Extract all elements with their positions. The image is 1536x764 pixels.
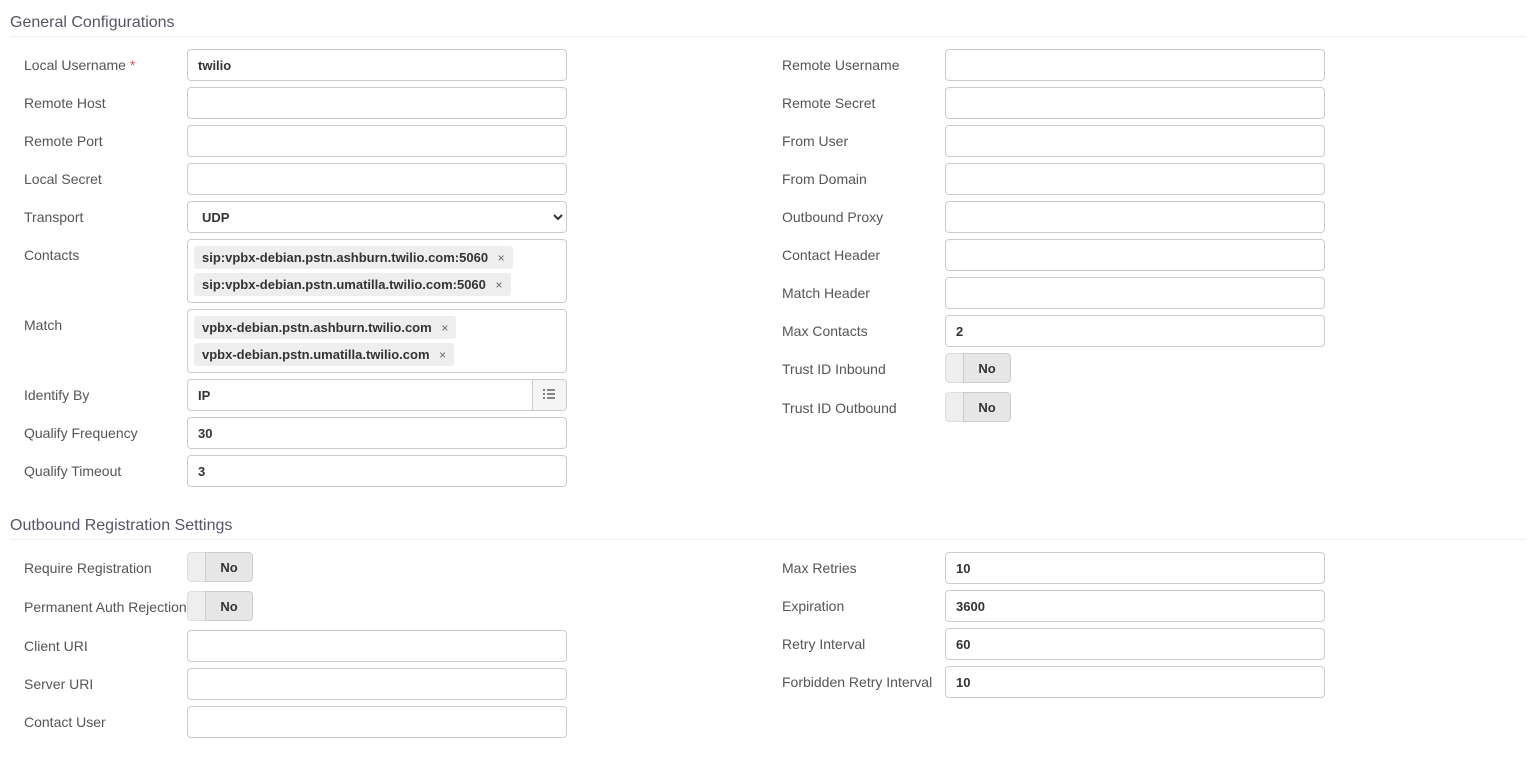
- label-match: Match: [10, 309, 187, 333]
- server-uri-input[interactable]: [187, 668, 567, 700]
- label-qualify-timeout: Qualify Timeout: [10, 455, 187, 479]
- outbound-proxy-input[interactable]: [945, 201, 1325, 233]
- contact-tag[interactable]: sip:vpbx-debian.pstn.ashburn.twilio.com:…: [194, 246, 513, 269]
- local-secret-input[interactable]: [187, 163, 567, 195]
- list-icon: [542, 387, 556, 404]
- require-registration-toggle[interactable]: No: [187, 552, 253, 582]
- identify-by-list-button[interactable]: [533, 379, 567, 411]
- label-remote-host: Remote Host: [10, 87, 187, 111]
- toggle-track: [187, 591, 205, 621]
- contact-tag[interactable]: sip:vpbx-debian.pstn.umatilla.twilio.com…: [194, 273, 511, 296]
- remote-host-input[interactable]: [187, 87, 567, 119]
- max-contacts-input[interactable]: [945, 315, 1325, 347]
- label-max-retries: Max Retries: [768, 552, 945, 576]
- label-trust-id-outbound: Trust ID Outbound: [768, 392, 945, 416]
- tag-text: sip:vpbx-debian.pstn.ashburn.twilio.com:…: [202, 250, 488, 265]
- label-outbound-proxy: Outbound Proxy: [768, 201, 945, 225]
- label-remote-secret: Remote Secret: [768, 87, 945, 111]
- qualify-timeout-input[interactable]: [187, 455, 567, 487]
- label-forbidden-retry-interval: Forbidden Retry Interval: [768, 666, 945, 690]
- label-expiration: Expiration: [768, 590, 945, 614]
- client-uri-input[interactable]: [187, 630, 567, 662]
- tag-text: vpbx-debian.pstn.ashburn.twilio.com: [202, 320, 432, 335]
- forbidden-retry-interval-input[interactable]: [945, 666, 1325, 698]
- remote-secret-input[interactable]: [945, 87, 1325, 119]
- max-retries-input[interactable]: [945, 552, 1325, 584]
- label-trust-id-inbound: Trust ID Inbound: [768, 353, 945, 377]
- qualify-frequency-input[interactable]: [187, 417, 567, 449]
- toggle-knob: No: [205, 591, 253, 621]
- trust-id-inbound-toggle[interactable]: No: [945, 353, 1011, 383]
- remote-port-input[interactable]: [187, 125, 567, 157]
- section-title-outbound: Outbound Registration Settings: [10, 511, 1526, 540]
- label-remote-port: Remote Port: [10, 125, 187, 149]
- match-header-input[interactable]: [945, 277, 1325, 309]
- retry-interval-input[interactable]: [945, 628, 1325, 660]
- match-tag[interactable]: vpbx-debian.pstn.umatilla.twilio.com ×: [194, 343, 454, 366]
- toggle-track: [945, 353, 963, 383]
- toggle-knob: No: [963, 392, 1011, 422]
- label-from-domain: From Domain: [768, 163, 945, 187]
- local-username-input[interactable]: [187, 49, 567, 81]
- from-domain-input[interactable]: [945, 163, 1325, 195]
- remove-tag-icon[interactable]: ×: [496, 278, 503, 292]
- label-max-contacts: Max Contacts: [768, 315, 945, 339]
- contact-user-input[interactable]: [187, 706, 567, 738]
- remote-username-input[interactable]: [945, 49, 1325, 81]
- match-tagbox[interactable]: vpbx-debian.pstn.ashburn.twilio.com × vp…: [187, 309, 567, 373]
- remove-tag-icon[interactable]: ×: [498, 251, 505, 265]
- label-client-uri: Client URI: [10, 630, 187, 654]
- label-contacts: Contacts: [10, 239, 187, 263]
- label-match-header: Match Header: [768, 277, 945, 301]
- identify-by-input[interactable]: [187, 379, 533, 411]
- label-contact-user: Contact User: [10, 706, 187, 730]
- section-title-general: General Configurations: [10, 8, 1526, 37]
- remove-tag-icon[interactable]: ×: [441, 321, 448, 335]
- label-remote-username: Remote Username: [768, 49, 945, 73]
- label-local-secret: Local Secret: [10, 163, 187, 187]
- label-text: Local Username: [24, 57, 126, 73]
- label-server-uri: Server URI: [10, 668, 187, 692]
- tag-text: vpbx-debian.pstn.umatilla.twilio.com: [202, 347, 430, 362]
- label-local-username: Local Username *: [10, 49, 187, 73]
- toggle-track: [187, 552, 205, 582]
- label-qualify-frequency: Qualify Frequency: [10, 417, 187, 441]
- label-identify-by: Identify By: [10, 379, 187, 403]
- contacts-tagbox[interactable]: sip:vpbx-debian.pstn.ashburn.twilio.com:…: [187, 239, 567, 303]
- match-tag[interactable]: vpbx-debian.pstn.ashburn.twilio.com ×: [194, 316, 456, 339]
- trust-id-outbound-toggle[interactable]: No: [945, 392, 1011, 422]
- contact-header-input[interactable]: [945, 239, 1325, 271]
- label-retry-interval: Retry Interval: [768, 628, 945, 652]
- toggle-knob: No: [205, 552, 253, 582]
- toggle-track: [945, 392, 963, 422]
- label-require-registration: Require Registration: [10, 552, 187, 576]
- permanent-auth-rejection-toggle[interactable]: No: [187, 591, 253, 621]
- from-user-input[interactable]: [945, 125, 1325, 157]
- label-transport: Transport: [10, 201, 187, 225]
- remove-tag-icon[interactable]: ×: [439, 348, 446, 362]
- label-from-user: From User: [768, 125, 945, 149]
- label-contact-header: Contact Header: [768, 239, 945, 263]
- expiration-input[interactable]: [945, 590, 1325, 622]
- transport-select[interactable]: UDP: [187, 201, 567, 233]
- label-permanent-auth-rejection: Permanent Auth Rejection: [10, 591, 187, 615]
- tag-text: sip:vpbx-debian.pstn.umatilla.twilio.com…: [202, 277, 486, 292]
- toggle-knob: No: [963, 353, 1011, 383]
- required-asterisk: *: [130, 57, 135, 73]
